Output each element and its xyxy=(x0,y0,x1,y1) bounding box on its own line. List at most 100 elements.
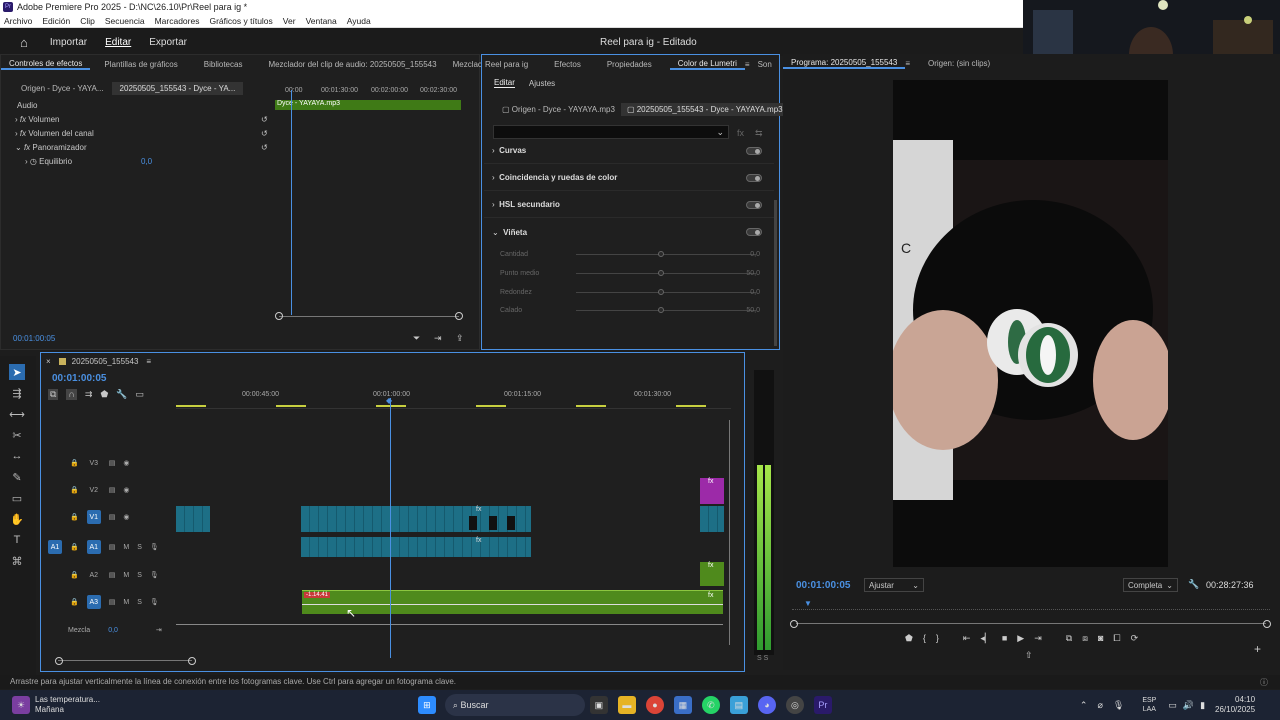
toggle-hsl[interactable] xyxy=(746,200,762,209)
chrome-icon[interactable]: ● xyxy=(645,696,664,714)
keyframe-line[interactable] xyxy=(302,604,723,605)
reset-icon[interactable]: ↺ xyxy=(261,115,268,124)
fx-icon[interactable]: fx xyxy=(737,128,744,138)
exportar-tab[interactable]: Exportar xyxy=(149,37,187,48)
slider-knob[interactable] xyxy=(658,289,664,295)
store-icon[interactable]: ▦ xyxy=(673,696,692,714)
stopwatch-icon[interactable]: ◷ xyxy=(30,157,37,166)
wrench-icon[interactable]: 🔧 xyxy=(116,389,127,400)
vignette-calado-value[interactable]: 50,0 xyxy=(746,307,760,314)
scroll-left-handle[interactable] xyxy=(55,657,63,665)
program-playhead[interactable]: ▼ xyxy=(804,599,812,608)
lumetri-preset-dropdown[interactable]: ⌄ xyxy=(493,125,729,139)
hand-icon[interactable]: ✋ xyxy=(9,511,25,527)
lumetri-scrollbar[interactable] xyxy=(774,200,777,346)
audio-clip-a2[interactable]: fx xyxy=(700,562,724,586)
fit-dropdown[interactable]: Ajustar ⌄ xyxy=(864,578,924,592)
film-icon[interactable]: ▤ xyxy=(109,571,116,579)
toggle-curvas[interactable] xyxy=(746,146,762,155)
selection-tool-icon[interactable]: ➤ xyxy=(9,364,25,380)
lock-icon[interactable]: 🔒 xyxy=(70,486,79,494)
timeline-horizontal-scrollbar[interactable] xyxy=(58,660,192,661)
menu-ver[interactable]: Ver xyxy=(283,16,296,26)
discord-icon[interactable]: ◕ xyxy=(757,696,776,714)
go-to-in-icon[interactable]: ⇤ xyxy=(963,633,971,644)
chevron-down-icon[interactable]: ⌄ xyxy=(15,143,22,152)
mic-icon[interactable]: 🎙 xyxy=(150,598,159,606)
rectangle-icon[interactable]: ▭ xyxy=(9,490,25,506)
wrench-icon[interactable]: 🔧 xyxy=(1188,579,1199,590)
menu-marcadores[interactable]: Marcadores xyxy=(155,16,200,26)
toggle-ruedas[interactable] xyxy=(746,173,762,182)
program-scroll-right[interactable] xyxy=(1263,620,1271,628)
quality-dropdown[interactable]: Completa ⌄ xyxy=(1123,578,1178,592)
weather-icon[interactable]: ☀ xyxy=(12,696,30,714)
menu-secuencia[interactable]: Secuencia xyxy=(105,16,145,26)
obs-icon[interactable]: ◎ xyxy=(785,696,804,714)
slider-knob[interactable] xyxy=(658,270,664,276)
mark-out-icon[interactable]: } xyxy=(936,633,939,644)
stop-icon[interactable]: ■ xyxy=(1002,633,1007,644)
vignette-redondez-value[interactable]: 0,0 xyxy=(750,289,760,296)
vignette-punto-medio-value[interactable]: 50,0 xyxy=(746,270,760,277)
settings-icon[interactable]: ⟳ xyxy=(1131,633,1139,644)
mute-button[interactable]: M xyxy=(123,544,129,551)
solo-button[interactable]: S xyxy=(137,544,142,551)
tab-lumetri[interactable]: Color de Lumetri xyxy=(669,59,745,70)
equilibrio-value[interactable]: 0,0 xyxy=(141,157,152,166)
tab-programa[interactable]: Programa: 20250505_155543 xyxy=(783,58,906,69)
timeline-tab[interactable]: × 20250505_155543 ≡ xyxy=(46,354,151,368)
track-a1-label[interactable]: A1 xyxy=(86,540,101,554)
tab-plantillas[interactable]: Plantillas de gráficos xyxy=(96,60,185,69)
tab-propiedades[interactable]: Propiedades xyxy=(599,60,660,69)
program-video-frame[interactable]: C xyxy=(893,80,1168,567)
source-patch-a1[interactable]: A1 xyxy=(48,540,62,554)
mix-end-icon[interactable]: ⇥ xyxy=(156,626,162,634)
timeline-playhead[interactable] xyxy=(390,398,391,658)
track-v3[interactable]: 🔒 V3 ▤ ◉ xyxy=(48,450,129,476)
ec-playhead[interactable] xyxy=(291,90,292,315)
lock-icon[interactable]: 🔒 xyxy=(70,571,79,579)
chevron-right-icon[interactable]: › xyxy=(15,115,18,124)
solo-button[interactable]: S xyxy=(137,572,142,579)
vignette-redondez[interactable]: Redondez 0,0 xyxy=(500,285,770,299)
track-v2[interactable]: 🔒 V2 ▤ ◉ xyxy=(48,477,129,503)
camera-icon[interactable]: ◙ xyxy=(1098,633,1103,644)
ec-scroll-left-handle[interactable] xyxy=(275,312,283,320)
film-icon[interactable]: ▤ xyxy=(109,459,116,467)
mic-tray-icon[interactable]: 🎙 xyxy=(1113,700,1124,711)
film-icon[interactable]: ▤ xyxy=(109,543,116,551)
lumetri-source-clip[interactable]: ▢ 20250505_155543 - Dyce - YAYAYA.mp3 xyxy=(620,102,789,116)
vignette-punto-medio[interactable]: Punto medio 50,0 xyxy=(500,266,770,280)
home-icon[interactable]: ⌂ xyxy=(20,35,28,50)
mark-in-icon[interactable]: { xyxy=(923,633,926,644)
scroll-right-handle[interactable] xyxy=(188,657,196,665)
mic-icon[interactable]: 🎙 xyxy=(150,543,159,551)
chevron-right-icon[interactable]: › xyxy=(25,157,28,166)
go-to-out-icon[interactable]: ⇥ xyxy=(1034,633,1042,644)
mic-icon[interactable]: 🎙 xyxy=(150,571,159,579)
taskbar-search[interactable]: ⌕ Buscar xyxy=(444,694,585,716)
graphic-clip-v2[interactable]: fx xyxy=(700,478,724,504)
export-icon[interactable]: ⇪ xyxy=(456,333,464,344)
close-icon[interactable]: × xyxy=(46,357,51,366)
lumetri-section-ruedas[interactable]: › Coincidencia y ruedas de color xyxy=(484,165,774,191)
track-v2-label[interactable]: V2 xyxy=(87,483,101,497)
play-icon[interactable]: ▶ xyxy=(1017,633,1024,644)
marker-icon[interactable]: ⬟ xyxy=(905,633,913,644)
ec-scroll-right-handle[interactable] xyxy=(455,312,463,320)
timeline-ruler[interactable]: 00:00:45:00 00:01:00:00 00:01:15:00 00:0… xyxy=(176,389,731,409)
vignette-cantidad[interactable]: Cantidad 0,0 xyxy=(500,247,770,261)
reset-icon[interactable]: ↺ xyxy=(261,143,268,152)
eye-icon[interactable]: ◉ xyxy=(123,459,129,467)
slider-knob[interactable] xyxy=(658,307,664,313)
track-v1-label[interactable]: V1 xyxy=(86,510,101,524)
chevron-up-icon[interactable]: ⌃ xyxy=(1080,700,1088,711)
menu-clip[interactable]: Clip xyxy=(80,16,95,26)
track-a2[interactable]: 🔒 A2 ▤ M S 🎙 xyxy=(48,562,159,588)
add-marker-icon[interactable]: ⬟ xyxy=(100,389,108,400)
menu-icon[interactable]: ≡ xyxy=(146,357,151,366)
track-a3-label[interactable]: A3 xyxy=(86,595,101,609)
video-clip-1[interactable] xyxy=(176,506,210,532)
timeline-timecode[interactable]: 00:01:00:05 xyxy=(52,373,106,384)
